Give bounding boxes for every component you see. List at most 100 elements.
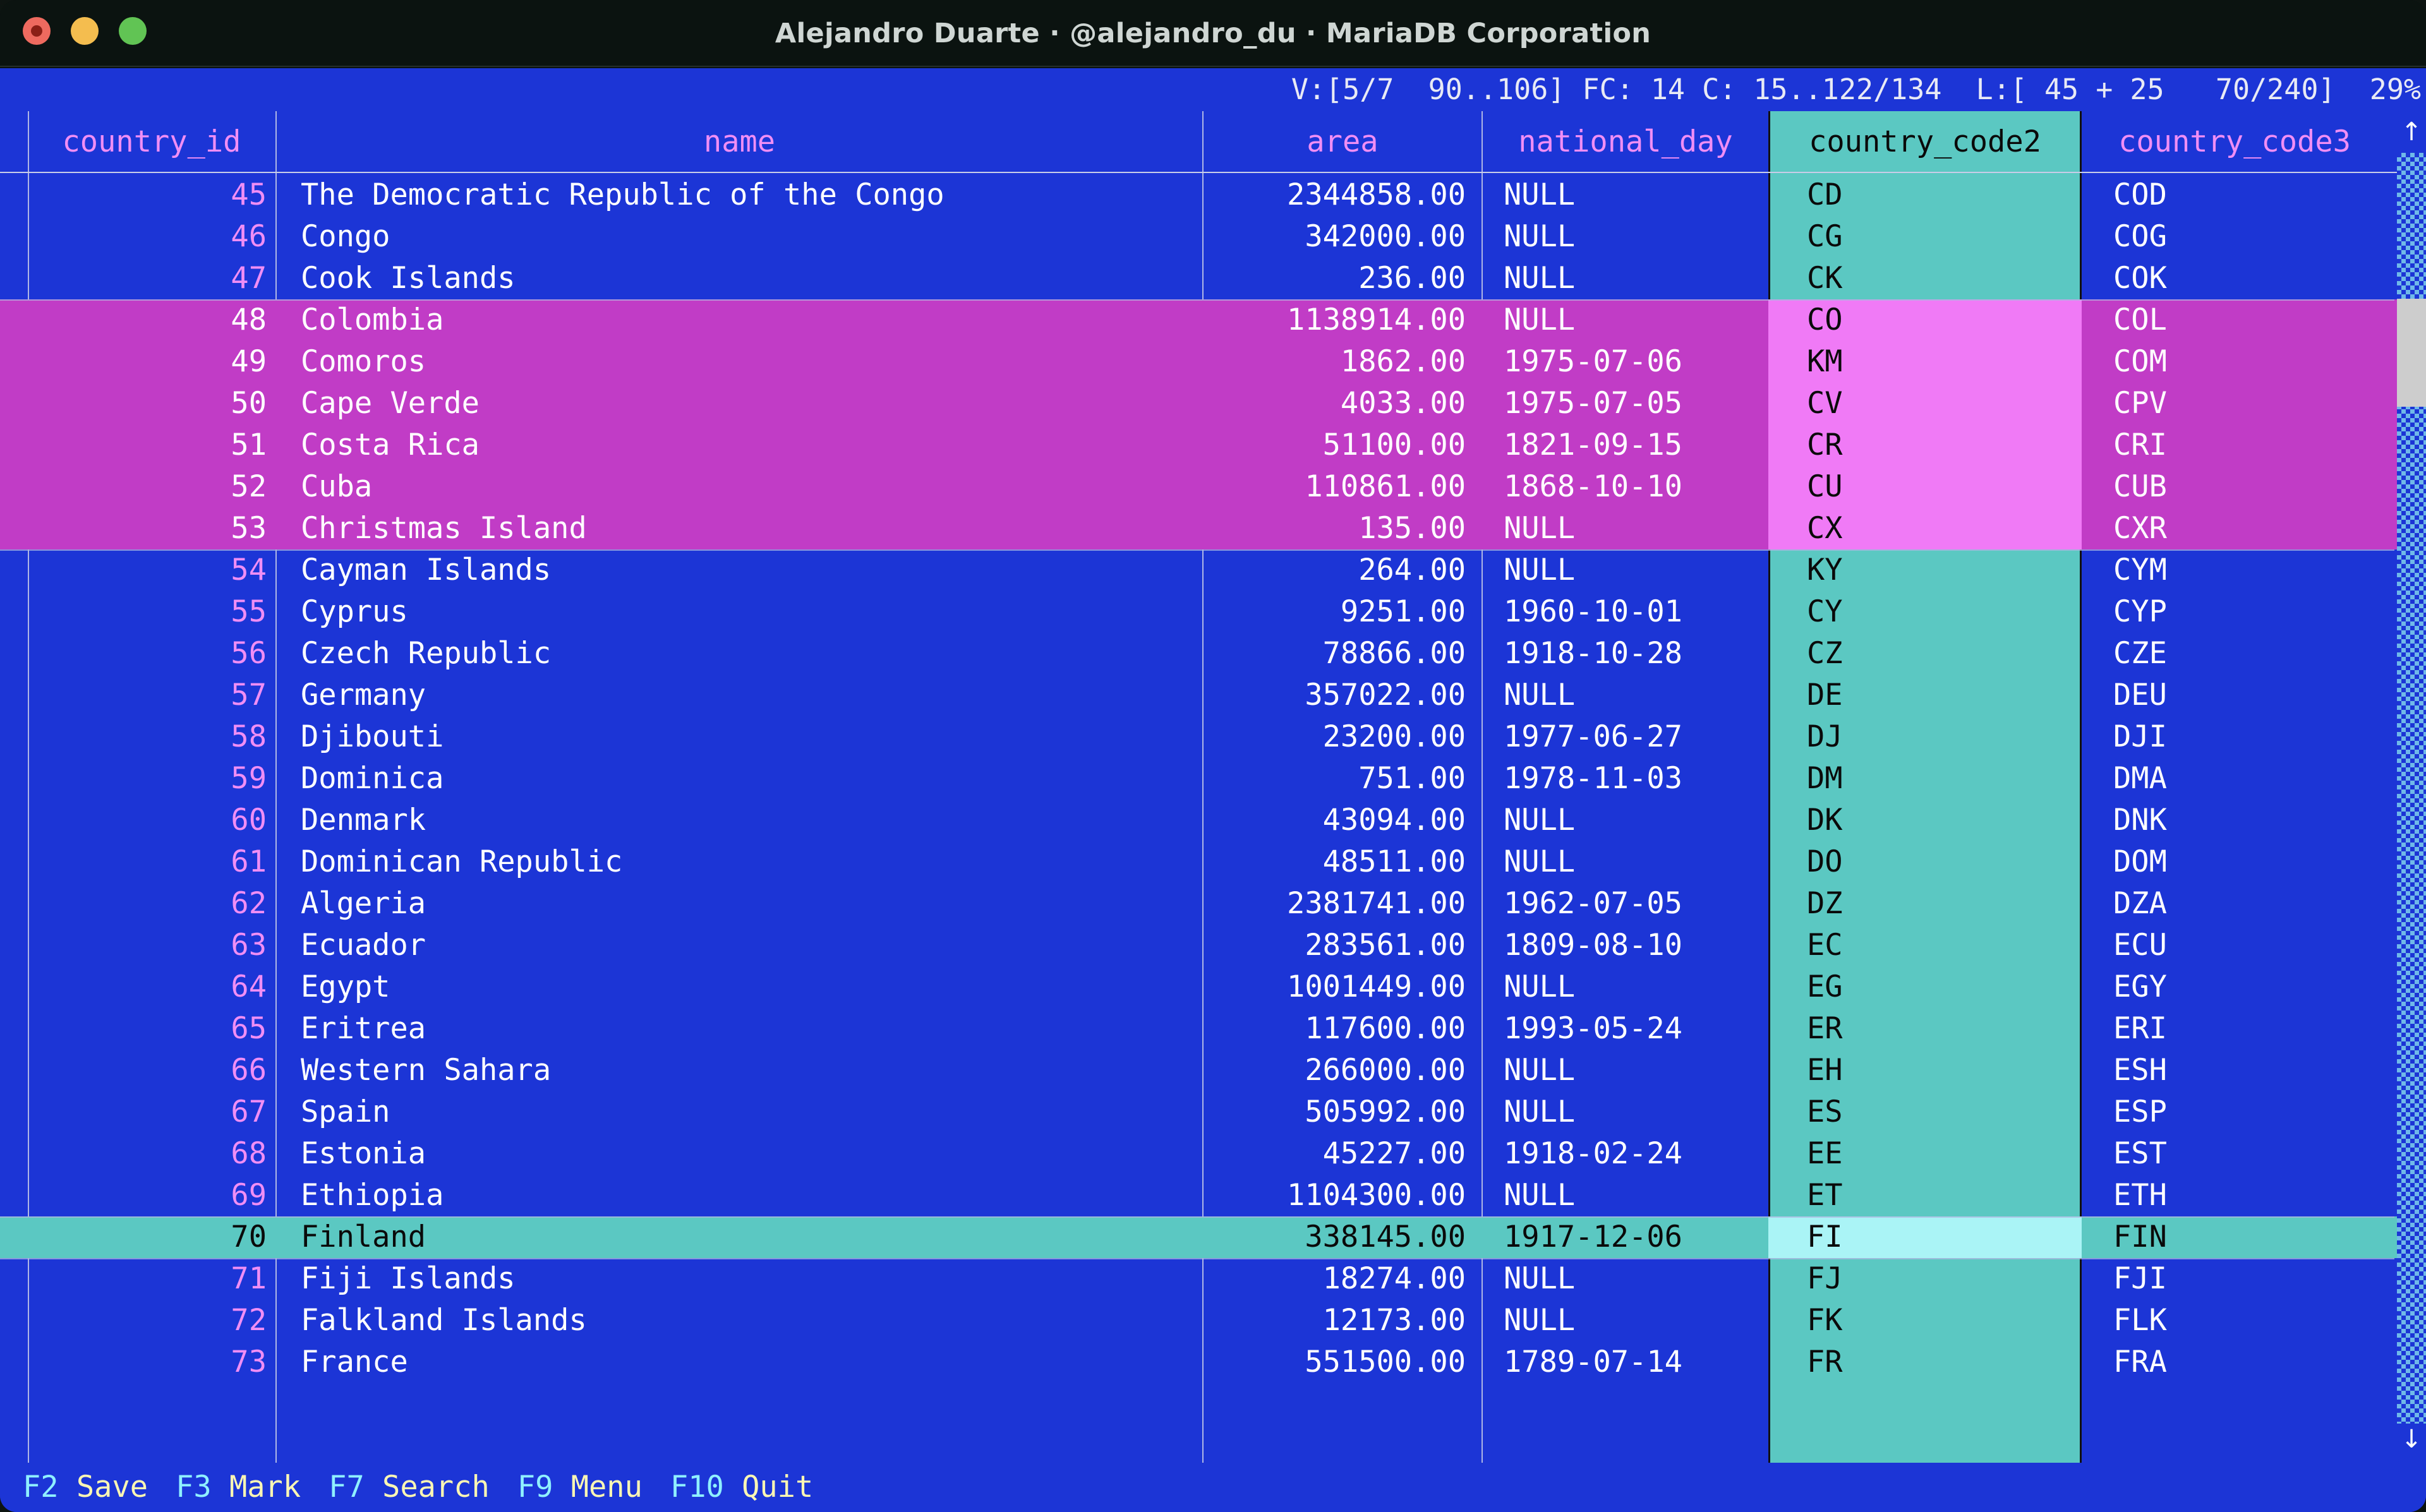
cell-country_code2[interactable]: CU	[1807, 466, 2072, 508]
cell-country_code3[interactable]: COG	[2113, 216, 2379, 258]
cell-name[interactable]: Denmark	[301, 800, 1185, 841]
cell-area[interactable]: 266000.00	[1219, 1050, 1466, 1091]
cell-national_day[interactable]: 1918-02-24	[1504, 1133, 1769, 1175]
cell-name[interactable]: Spain	[301, 1091, 1185, 1133]
cell-national_day[interactable]: NULL	[1504, 800, 1769, 841]
cell-country_code2[interactable]: CZ	[1807, 633, 2072, 675]
cell-country_code3[interactable]: FIN	[2113, 1216, 2379, 1258]
cell-area[interactable]: 1138914.00	[1219, 299, 1466, 341]
cell-area[interactable]: 1001449.00	[1219, 966, 1466, 1008]
cell-country_id[interactable]: 64	[38, 966, 267, 1008]
cell-country_id[interactable]: 62	[38, 883, 267, 925]
cell-area[interactable]: 117600.00	[1219, 1008, 1466, 1050]
cell-country_id[interactable]: 47	[38, 258, 267, 299]
function-key-save[interactable]: F2 Save	[23, 1470, 148, 1504]
cell-national_day[interactable]: 1789-07-14	[1504, 1341, 1769, 1383]
cell-national_day[interactable]: NULL	[1504, 216, 1769, 258]
cell-area[interactable]: 9251.00	[1219, 591, 1466, 633]
cell-national_day[interactable]: 1918-10-28	[1504, 633, 1769, 675]
cell-country_code2[interactable]: EE	[1807, 1133, 2072, 1175]
cell-country_id[interactable]: 50	[38, 383, 267, 424]
cell-country_code2[interactable]: DZ	[1807, 883, 2072, 925]
cell-country_id[interactable]: 68	[38, 1133, 267, 1175]
cell-country_id[interactable]: 71	[38, 1258, 267, 1300]
cell-country_code2[interactable]: FK	[1807, 1300, 2072, 1341]
cell-country_code3[interactable]: CPV	[2113, 383, 2379, 424]
cell-country_id[interactable]: 73	[38, 1341, 267, 1383]
vertical-scrollbar[interactable]: ↑ ↓	[2397, 111, 2426, 1463]
function-key-mark[interactable]: F3 Mark	[176, 1470, 301, 1504]
column-header-country_id[interactable]: country_id	[28, 111, 275, 173]
cell-country_code3[interactable]: FLK	[2113, 1300, 2379, 1341]
table-row[interactable]: 45 The Democratic Republic of the Congo 23…	[0, 174, 2426, 216]
cell-country_code3[interactable]: DJI	[2113, 716, 2379, 758]
cell-country_code3[interactable]: DZA	[2113, 883, 2379, 925]
cell-country_code2[interactable]: KM	[1807, 341, 2072, 383]
cell-national_day[interactable]: NULL	[1504, 299, 1769, 341]
cell-area[interactable]: 4033.00	[1219, 383, 1466, 424]
cell-country_code2[interactable]: DE	[1807, 675, 2072, 716]
cell-country_id[interactable]: 66	[38, 1050, 267, 1091]
cell-country_id[interactable]: 49	[38, 341, 267, 383]
cell-name[interactable]: Eritrea	[301, 1008, 1185, 1050]
cell-area[interactable]: 551500.00	[1219, 1341, 1466, 1383]
cell-name[interactable]: Congo	[301, 216, 1185, 258]
cell-country_code2[interactable]: ES	[1807, 1091, 2072, 1133]
cell-country_id[interactable]: 57	[38, 675, 267, 716]
cell-country_code2[interactable]: DK	[1807, 800, 2072, 841]
cell-country_id[interactable]: 51	[38, 424, 267, 466]
table-row[interactable]: 52 Cuba 110861.00 1868-10-10 CU CUB	[0, 466, 2426, 508]
cell-national_day[interactable]: 1978-11-03	[1504, 758, 1769, 800]
table-row[interactable]: 69 Ethiopia 1104300.00 NULL ET ETH	[0, 1175, 2426, 1216]
cell-name[interactable]: Egypt	[301, 966, 1185, 1008]
cell-national_day[interactable]: 1993-05-24	[1504, 1008, 1769, 1050]
cell-country_code2[interactable]: CY	[1807, 591, 2072, 633]
cell-country_id[interactable]: 58	[38, 716, 267, 758]
cell-country_code3[interactable]: CYM	[2113, 549, 2379, 591]
cell-name[interactable]: Finland	[301, 1216, 1185, 1258]
cell-name[interactable]: Estonia	[301, 1133, 1185, 1175]
cell-area[interactable]: 43094.00	[1219, 800, 1466, 841]
cell-area[interactable]: 51100.00	[1219, 424, 1466, 466]
cell-country_code3[interactable]: COL	[2113, 299, 2379, 341]
cell-area[interactable]: 135.00	[1219, 508, 1466, 549]
function-key-menu[interactable]: F9 Menu	[517, 1470, 643, 1504]
cell-name[interactable]: Germany	[301, 675, 1185, 716]
cell-country_code2[interactable]: CG	[1807, 216, 2072, 258]
cell-national_day[interactable]: 1809-08-10	[1504, 925, 1769, 966]
cell-country_code2[interactable]: EH	[1807, 1050, 2072, 1091]
cell-area[interactable]: 505992.00	[1219, 1091, 1466, 1133]
cell-name[interactable]: Czech Republic	[301, 633, 1185, 675]
cell-country_id[interactable]: 61	[38, 841, 267, 883]
cell-national_day[interactable]: NULL	[1504, 258, 1769, 299]
cell-name[interactable]: Cyprus	[301, 591, 1185, 633]
column-header-country_code3[interactable]: country_code3	[2083, 111, 2386, 173]
cell-country_code3[interactable]: CYP	[2113, 591, 2379, 633]
cell-country_code2[interactable]: FR	[1807, 1341, 2072, 1383]
cell-country_code2[interactable]: DO	[1807, 841, 2072, 883]
cell-country_id[interactable]: 72	[38, 1300, 267, 1341]
cell-name[interactable]: Algeria	[301, 883, 1185, 925]
cell-name[interactable]: Western Sahara	[301, 1050, 1185, 1091]
cell-national_day[interactable]: NULL	[1504, 1175, 1769, 1216]
cell-country_code2[interactable]: EG	[1807, 966, 2072, 1008]
cell-country_code2[interactable]: DJ	[1807, 716, 2072, 758]
table-row[interactable]: 54 Cayman Islands 264.00 NULL KY CYM	[0, 549, 2426, 591]
cell-national_day[interactable]: NULL	[1504, 549, 1769, 591]
table-row[interactable]: 71 Fiji Islands 18274.00 NULL FJ FJI	[0, 1258, 2426, 1300]
cell-national_day[interactable]: NULL	[1504, 675, 1769, 716]
cell-country_code3[interactable]: COD	[2113, 174, 2379, 216]
cell-country_code2[interactable]: KY	[1807, 549, 2072, 591]
cell-country_code3[interactable]: DEU	[2113, 675, 2379, 716]
cell-country_code3[interactable]: CUB	[2113, 466, 2379, 508]
function-key-quit[interactable]: F10 Quit	[670, 1470, 813, 1504]
cell-name[interactable]: The Democratic Republic of the Congo	[301, 174, 1185, 216]
cell-country_id[interactable]: 52	[38, 466, 267, 508]
table-row[interactable]: 67 Spain 505992.00 NULL ES ESP	[0, 1091, 2426, 1133]
cell-country_id[interactable]: 63	[38, 925, 267, 966]
table-row[interactable]: 70 Finland 338145.00 1917-12-06 FI FIN	[0, 1216, 2426, 1258]
cell-country_code2[interactable]: CD	[1807, 174, 2072, 216]
cell-country_id[interactable]: 69	[38, 1175, 267, 1216]
cell-name[interactable]: Costa Rica	[301, 424, 1185, 466]
cell-country_code2[interactable]: CX	[1807, 508, 2072, 549]
